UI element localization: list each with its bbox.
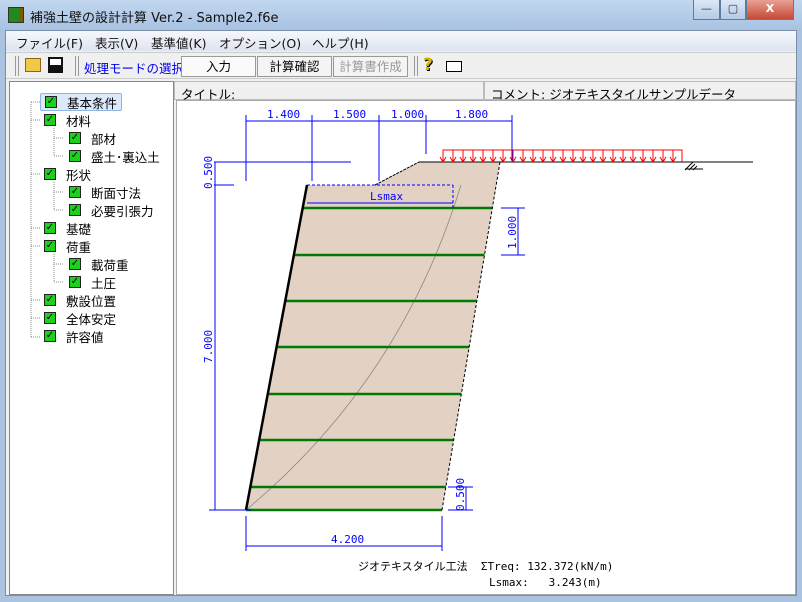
menu-standard[interactable]: 基準値(K) <box>151 33 206 52</box>
dim-top-3: 1.000 <box>391 108 424 121</box>
title-field[interactable]: タイトル: <box>174 81 484 102</box>
toolbar-grip[interactable] <box>75 56 79 76</box>
tree-panel: ✓ 基本条件 ✓ 材料 ✓ 部材 ✓ 盛土･裏込土 ✓ 形状 ✓ 断面寸法 ✓ 必要引張力 ✓ 基礎 ✓ 荷重 ✓ 載… <box>9 81 174 595</box>
menu-view[interactable]: 表示(V) <box>95 33 138 52</box>
tree-item-label: 基本条件 <box>67 95 118 111</box>
tree-item-label: 土圧 <box>91 275 117 291</box>
tree-item[interactable]: ✓ 盛土･裏込土 <box>69 147 160 165</box>
tree-item-label: 部材 <box>91 131 117 147</box>
tree-item[interactable]: ✓ 全体安定 <box>44 309 116 327</box>
tree-item-label: 載荷重 <box>91 257 129 273</box>
drawing-canvas: 1.400 1.500 1.000 1.800 0.500 7.000 Lsma… <box>176 100 796 595</box>
checkbox-icon[interactable]: ✓ <box>69 150 81 162</box>
checkbox-icon[interactable]: ✓ <box>69 132 81 144</box>
tree-item-label: 必要引張力 <box>91 203 154 219</box>
checkbox-icon[interactable]: ✓ <box>69 276 81 288</box>
lsmax-label: Lsmax <box>370 190 403 203</box>
checkbox-icon[interactable]: ✓ <box>45 96 57 108</box>
checkbox-icon[interactable]: ✓ <box>44 312 56 324</box>
tree-item[interactable]: ✓ 敷設位置 <box>44 291 116 309</box>
checkbox-icon[interactable]: ✓ <box>44 222 56 234</box>
toolbar-grip[interactable] <box>15 56 19 76</box>
comment-field[interactable]: コメント: ジオテキスタイルサンプルデータ <box>484 81 796 102</box>
dim-left-1: 0.500 <box>202 156 215 189</box>
checkbox-icon[interactable]: ✓ <box>69 204 81 216</box>
tree-item[interactable]: ✓ 必要引張力 <box>69 201 154 219</box>
dim-spacing: 1.000 <box>506 216 519 249</box>
dim-bottom-spacing: 0.500 <box>454 478 467 511</box>
surcharge-load <box>439 149 683 163</box>
dim-top-2: 1.500 <box>333 108 366 121</box>
tree-item[interactable]: ✓ 基礎 <box>44 219 91 237</box>
tree-item-label: 材料 <box>66 113 92 129</box>
tree-item-label: 敷設位置 <box>66 293 117 309</box>
tree-item[interactable]: ✓ 材料 <box>44 111 91 129</box>
tree-item-label: 形状 <box>66 167 92 183</box>
tree-item[interactable]: ✓ 許容値 <box>44 327 104 345</box>
dim-top-4: 1.800 <box>455 108 488 121</box>
tree-item[interactable]: ✓ 土圧 <box>69 273 116 291</box>
checkbox-icon[interactable]: ✓ <box>69 186 81 198</box>
menu-bar: ファイル(F) 表示(V) 基準値(K) オプション(O) ヘルプ(H) <box>6 31 796 51</box>
reinforced-soil-body <box>246 162 500 510</box>
checkbox-icon[interactable]: ✓ <box>44 240 56 252</box>
help-icon[interactable]: ? <box>423 55 433 75</box>
toolbar-grip[interactable] <box>414 56 418 76</box>
info-card-icon[interactable] <box>446 61 462 72</box>
checkbox-icon[interactable]: ✓ <box>44 168 56 180</box>
result-lsmax: Lsmax: 3.243(m) <box>489 576 602 589</box>
tree-item-label: 全体安定 <box>66 311 117 327</box>
toolbar: 処理モードの選択 入力 計算確認 計算書作成 ? <box>6 52 796 79</box>
tree-item-label: 荷重 <box>66 239 92 255</box>
menu-options[interactable]: オプション(O) <box>219 33 301 52</box>
window-title: 補強土壁の設計計算 Ver.2 - Sample2.f6e <box>30 11 279 26</box>
title-bar: 補強土壁の設計計算 Ver.2 - Sample2.f6e — ▢ X <box>0 0 802 30</box>
tree-item-label: 許容値 <box>66 329 104 345</box>
open-folder-icon[interactable] <box>25 58 41 72</box>
report-button[interactable]: 計算書作成 <box>333 56 408 77</box>
checkbox-icon[interactable]: ✓ <box>69 258 81 270</box>
maximize-button[interactable]: ▢ <box>720 0 746 20</box>
mode-label: 処理モードの選択 <box>84 61 185 76</box>
ground-hatch-icon <box>684 161 703 171</box>
tree-item-label: 断面寸法 <box>91 185 142 201</box>
checkbox-icon[interactable]: ✓ <box>44 294 56 306</box>
checkbox-icon[interactable]: ✓ <box>44 330 56 342</box>
wall-section-drawing: 1.400 1.500 1.000 1.800 0.500 7.000 Lsma… <box>202 108 753 589</box>
app-icon <box>8 7 24 23</box>
input-mode-button[interactable]: 入力 <box>181 56 256 77</box>
tree-item[interactable]: ✓ 基本条件 <box>40 93 123 111</box>
calc-check-button[interactable]: 計算確認 <box>257 56 332 77</box>
checkbox-icon[interactable]: ✓ <box>44 114 56 126</box>
save-icon[interactable] <box>48 57 63 73</box>
tree-item-label: 盛土･裏込土 <box>91 149 160 165</box>
main-window: ファイル(F) 表示(V) 基準値(K) オプション(O) ヘルプ(H) 処理モ… <box>5 30 797 596</box>
dim-left-2: 7.000 <box>202 330 215 363</box>
dim-top-1: 1.400 <box>267 108 300 121</box>
menu-help[interactable]: ヘルプ(H) <box>312 33 369 52</box>
tree-item[interactable]: ✓ 断面寸法 <box>69 183 141 201</box>
tree-item[interactable]: ✓ 形状 <box>44 165 91 183</box>
dim-base: 4.200 <box>331 533 364 546</box>
load-arrows <box>439 149 683 163</box>
result-treq: ジオテキスタイル工法 ΣTreq: 132.372(kN/m) <box>358 559 613 573</box>
minimize-button[interactable]: — <box>693 0 720 20</box>
close-button[interactable]: X <box>746 0 794 20</box>
menu-file[interactable]: ファイル(F) <box>16 33 83 52</box>
tree-item[interactable]: ✓ 部材 <box>69 129 116 147</box>
tree-item[interactable]: ✓ 載荷重 <box>69 255 129 273</box>
tree-item-label: 基礎 <box>66 221 92 237</box>
tree-item[interactable]: ✓ 荷重 <box>44 237 91 255</box>
